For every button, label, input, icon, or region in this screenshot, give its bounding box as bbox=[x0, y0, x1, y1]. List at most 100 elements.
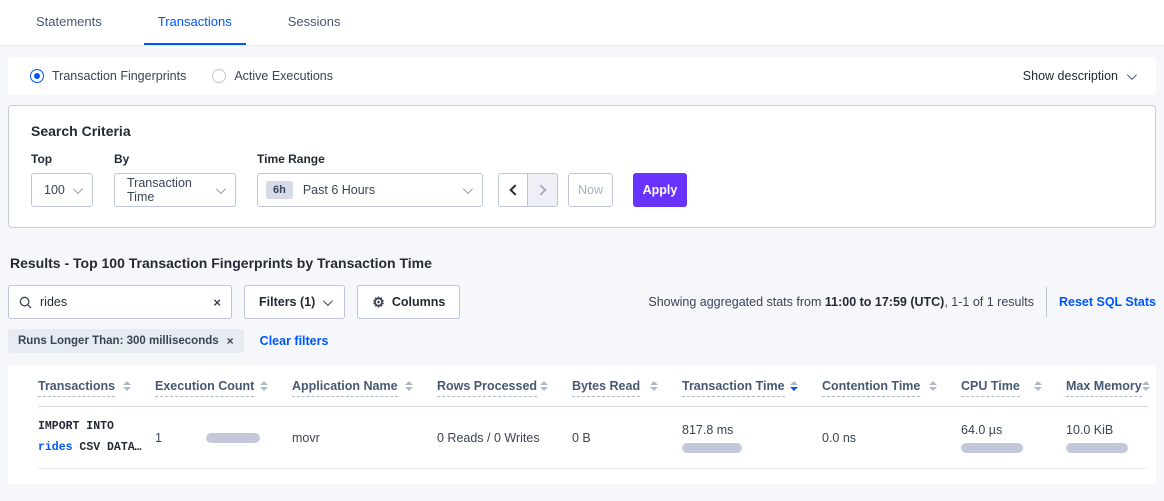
chevron-right-icon bbox=[535, 184, 546, 195]
filters-button-label: Filters (1) bbox=[259, 295, 315, 309]
table-row: IMPORT INTOrides CSV DATA… 1 movr 0 Reads /… bbox=[38, 407, 1148, 469]
search-criteria-card: Search Criteria Top 100 By Transaction T… bbox=[8, 105, 1156, 228]
now-button[interactable]: Now bbox=[568, 173, 613, 207]
column-header-contention-time[interactable]: Contention Time bbox=[822, 379, 961, 397]
gear-icon: ⚙ bbox=[372, 294, 385, 311]
tab-transactions[interactable]: Transactions bbox=[144, 0, 246, 45]
chevron-down-icon bbox=[216, 184, 226, 194]
aggregated-stats-text: Showing aggregated stats from 11:00 to 1… bbox=[648, 295, 1034, 309]
view-toggle-bar: Transaction Fingerprints Active Execution… bbox=[8, 57, 1156, 95]
radio-active-executions[interactable]: Active Executions bbox=[212, 69, 333, 83]
column-header-execution-count[interactable]: Execution Count bbox=[155, 379, 292, 397]
by-select-value: Transaction Time bbox=[127, 176, 216, 204]
transaction-fingerprint-cell: IMPORT INTOrides CSV DATA… bbox=[38, 417, 155, 458]
metric-value: 64.0 µs bbox=[961, 423, 1056, 437]
time-range-label: Time Range bbox=[257, 152, 483, 166]
metric-cell: 0.0 ns bbox=[822, 431, 961, 445]
table-header-row: Transactions Execution CountApplication N… bbox=[38, 379, 1148, 407]
remove-filter-icon[interactable]: × bbox=[227, 335, 234, 347]
column-header-rows-processed[interactable]: Rows Processed bbox=[437, 379, 572, 397]
top-field: Top 100 bbox=[31, 152, 93, 207]
column-header-transactions[interactable]: Transactions bbox=[38, 379, 155, 397]
column-header-transaction-time[interactable]: Transaction Time bbox=[682, 379, 822, 397]
by-field: By Transaction Time bbox=[114, 152, 236, 207]
sort-icon[interactable] bbox=[123, 381, 131, 391]
search-criteria-title: Search Criteria bbox=[31, 123, 1133, 139]
columns-button-label: Columns bbox=[392, 295, 445, 309]
sort-icon[interactable] bbox=[790, 381, 798, 391]
results-controls: × Filters (1) ⚙ Columns Showing aggregat… bbox=[8, 285, 1156, 319]
chevron-down-icon bbox=[73, 184, 83, 194]
previous-range-button[interactable] bbox=[498, 173, 528, 207]
results-search-input[interactable] bbox=[40, 295, 213, 309]
top-select-value: 100 bbox=[44, 183, 65, 197]
apply-button[interactable]: Apply bbox=[633, 173, 687, 207]
clear-filters-link[interactable]: Clear filters bbox=[260, 334, 329, 348]
tab-bar: Statements Transactions Sessions bbox=[0, 0, 1164, 46]
column-header-application-name[interactable]: Application Name bbox=[292, 379, 437, 397]
metric-value: 0.0 ns bbox=[822, 431, 856, 445]
reset-sql-stats-link[interactable]: Reset SQL Stats bbox=[1059, 295, 1156, 309]
filters-button[interactable]: Filters (1) bbox=[244, 285, 345, 319]
time-range-select[interactable]: 6h Past 6 Hours bbox=[257, 173, 483, 207]
column-header-label: Bytes Read bbox=[572, 379, 640, 397]
chevron-left-icon bbox=[509, 184, 520, 195]
sort-icon[interactable] bbox=[1142, 381, 1150, 391]
results-table-card: Transactions Execution CountApplication N… bbox=[8, 365, 1156, 484]
metric-cell: 817.8 ms bbox=[682, 423, 822, 453]
radio-transaction-fingerprints[interactable]: Transaction Fingerprints bbox=[30, 69, 186, 83]
show-description-toggle[interactable]: Show description bbox=[1023, 69, 1134, 83]
metric-cell: movr bbox=[292, 431, 437, 445]
time-range-value: Past 6 Hours bbox=[303, 183, 375, 197]
time-range-arrows bbox=[498, 173, 558, 207]
transaction-statement[interactable]: IMPORT INTOrides CSV DATA… bbox=[38, 417, 145, 458]
top-select[interactable]: 100 bbox=[31, 173, 93, 207]
metric-cell: 0 Reads / 0 Writes bbox=[437, 431, 572, 445]
vertical-divider bbox=[1046, 287, 1047, 317]
chevron-down-icon bbox=[463, 184, 473, 194]
sort-icon[interactable] bbox=[540, 381, 548, 391]
tab-statements[interactable]: Statements bbox=[22, 0, 116, 45]
metric-value: 817.8 ms bbox=[682, 423, 812, 437]
results-heading: Results - Top 100 Transaction Fingerprin… bbox=[10, 255, 1154, 271]
sort-icon[interactable] bbox=[405, 381, 413, 391]
metric-value: 1 bbox=[155, 431, 162, 445]
clear-search-icon[interactable]: × bbox=[213, 296, 221, 309]
column-header-label: Rows Processed bbox=[437, 379, 537, 397]
sort-icon[interactable] bbox=[650, 381, 658, 391]
search-criteria-row: Top 100 By Transaction Time Time Range 6… bbox=[31, 152, 1133, 207]
metric-value: 0 Reads / 0 Writes bbox=[437, 431, 540, 445]
search-icon bbox=[19, 296, 32, 309]
metric-cell: 64.0 µs bbox=[961, 423, 1066, 453]
next-range-button[interactable] bbox=[528, 173, 558, 207]
metric-cell: 1 bbox=[155, 431, 292, 445]
metric-bar bbox=[682, 443, 742, 453]
tab-sessions[interactable]: Sessions bbox=[274, 0, 355, 45]
column-header-label: Max Memory bbox=[1066, 379, 1142, 397]
filter-pill: Runs Longer Than: 300 milliseconds × bbox=[8, 329, 244, 353]
by-select[interactable]: Transaction Time bbox=[114, 173, 236, 207]
chevron-down-icon bbox=[323, 296, 333, 306]
time-range-field: Time Range 6h Past 6 Hours bbox=[257, 152, 483, 207]
sort-icon[interactable] bbox=[1034, 381, 1042, 391]
column-header-max-memory[interactable]: Max Memory bbox=[1066, 379, 1164, 397]
column-header-cpu-time[interactable]: CPU Time bbox=[961, 379, 1066, 397]
metric-cell: 0 B bbox=[572, 431, 682, 445]
metric-value: movr bbox=[292, 431, 320, 445]
sort-icon[interactable] bbox=[929, 381, 937, 391]
column-header-label: Transactions bbox=[38, 379, 115, 397]
radio-label: Active Executions bbox=[234, 69, 333, 83]
column-header-label: CPU Time bbox=[961, 379, 1020, 397]
radio-icon bbox=[212, 69, 226, 83]
column-header-bytes-read[interactable]: Bytes Read bbox=[572, 379, 682, 397]
metric-bar bbox=[1066, 443, 1128, 453]
time-range-badge: 6h bbox=[266, 181, 293, 199]
column-header-label: Transaction Time bbox=[682, 379, 785, 397]
metric-bar bbox=[206, 433, 260, 443]
sort-icon[interactable] bbox=[260, 381, 268, 391]
radio-icon bbox=[30, 69, 44, 83]
columns-button[interactable]: ⚙ Columns bbox=[357, 285, 460, 319]
metric-cell: 10.0 KiB bbox=[1066, 423, 1148, 453]
show-description-label: Show description bbox=[1023, 69, 1118, 83]
table-name-link[interactable]: rides bbox=[38, 441, 73, 454]
